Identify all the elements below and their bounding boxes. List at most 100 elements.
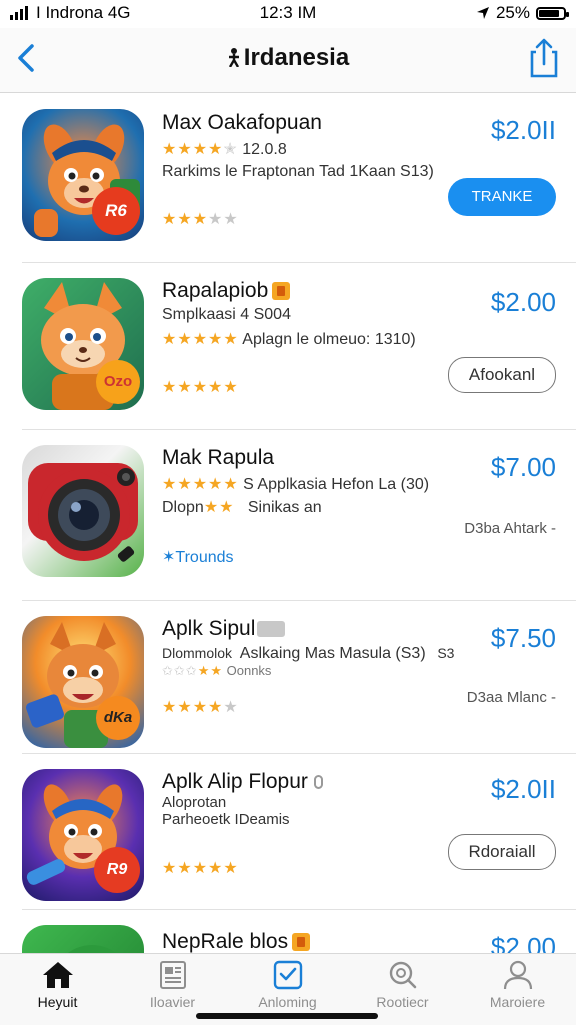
app-rating-stars: ★★★★★ xyxy=(162,858,239,878)
subtitle-part: Sinikas an xyxy=(247,499,322,516)
app-name[interactable]: Rapalapiob xyxy=(162,279,291,303)
app-name[interactable]: Max Oakafopuan xyxy=(162,111,322,135)
app-icon-badge: R9 xyxy=(94,847,140,893)
app-name-text: Aplk Alip Flopur xyxy=(162,770,308,793)
app-icon[interactable]: Ozo xyxy=(22,278,144,410)
tab-label: Maroiere xyxy=(489,994,546,1010)
share-icon xyxy=(530,38,558,78)
location-icon xyxy=(476,7,489,19)
app-rating: ★★★★★ Aplagn le olmeuo: 1310) xyxy=(162,329,416,349)
editor-badge-icon xyxy=(292,933,311,952)
app-subtitle: Aloprotan xyxy=(162,794,227,811)
star-rating-icon: ★★★★★ xyxy=(162,699,239,716)
app-price[interactable]: $7.50 xyxy=(491,623,556,654)
tab-news[interactable]: Iloavier xyxy=(115,958,230,1018)
home-indicator[interactable] xyxy=(196,1013,378,1019)
app-rating-secondary: ★★★★★ xyxy=(162,209,239,229)
rating-text: Aplagn le olmeuo: 1310) xyxy=(242,331,416,348)
app-icon-badge: Ozo xyxy=(96,360,140,404)
more-link[interactable]: D3ba Ahtark - xyxy=(464,520,556,537)
list-item: Ozo Rapalapiob Smplkaasi 4 S004 ★★★★★ Ap… xyxy=(0,263,576,430)
star-rating-icon: ★★★★★ xyxy=(162,331,239,348)
subtitle-part: S3 xyxy=(437,645,455,661)
back-button[interactable] xyxy=(8,38,48,78)
editor-badge-icon xyxy=(272,282,291,301)
app-icon[interactable]: dKa xyxy=(22,616,144,748)
app-price[interactable]: $2.0II xyxy=(491,115,556,146)
app-icon[interactable] xyxy=(22,925,144,953)
more-link[interactable]: D3aa Mlanc - xyxy=(467,689,556,706)
app-name[interactable]: Aplk Alip Flopur xyxy=(162,770,323,794)
app-rating: ★★★★✭ 12.0.8 xyxy=(162,139,287,159)
app-rating-secondary: ★★★★★ xyxy=(162,377,239,397)
get-button[interactable]: TRANKE xyxy=(448,178,556,216)
app-name-text: NepRale blos xyxy=(162,930,289,953)
list-item: NepRale blos $2.00 xyxy=(0,910,576,953)
chevron-left-icon xyxy=(18,44,34,72)
app-price[interactable]: $2.00 xyxy=(491,287,556,318)
app-name-text: Rapalapiob xyxy=(162,279,269,302)
app-subtitle: Dlopn★★ Sinikas an xyxy=(162,497,322,517)
app-price[interactable]: $2.00 xyxy=(491,932,556,953)
app-price[interactable]: $2.0II xyxy=(491,774,556,805)
navigation-bar: Irdanesia xyxy=(0,28,576,93)
status-bar: I Indrona 4G 12:3 IM 25% xyxy=(0,0,576,28)
star-rating-icon: ✩✩✩★★ xyxy=(162,663,223,678)
app-sub-link[interactable]: ✶Trounds xyxy=(162,547,234,567)
app-name[interactable]: NepRale blos xyxy=(162,930,311,953)
sub-link-text: Trounds xyxy=(175,549,234,566)
tab-search[interactable]: Rootiecr xyxy=(345,958,460,1018)
app-list[interactable]: R6 Max Oakafopuan ★★★★✭ 12.0.8 Rarkims l… xyxy=(0,93,576,953)
home-icon xyxy=(42,962,73,988)
news-icon xyxy=(159,961,186,989)
star-icon: ✶ xyxy=(162,549,176,566)
star-rating-icon: ★★★★✭ xyxy=(162,141,238,158)
rating-text: Oonnks xyxy=(226,663,272,678)
app-name[interactable]: Aplk Sipul xyxy=(162,617,286,641)
app-icon-badge: R6 xyxy=(92,187,140,235)
list-item: Mak Rapula ★★★★★ S Applkasia Hefon La (3… xyxy=(0,430,576,601)
subtitle-part: Dlopn xyxy=(162,499,204,516)
app-icon-badge: dKa xyxy=(96,696,140,740)
battery-percent: 25% xyxy=(495,3,530,22)
star-rating-icon: ★★★★★ xyxy=(162,860,239,877)
subtitle-part: Dlommolok xyxy=(162,645,233,661)
tab-profile[interactable]: Maroiere xyxy=(460,958,575,1018)
tab-label: Heyuit xyxy=(37,994,78,1010)
star-rating-icon: ★★ xyxy=(203,499,235,516)
camera-lens-icon xyxy=(28,463,138,562)
battery-icon xyxy=(536,6,569,20)
tab-apps[interactable]: Anloming xyxy=(230,958,345,1018)
get-button[interactable]: Rdoraiall xyxy=(448,834,556,870)
list-item: R9 Aplk Alip Flopur Aloprotan Parheoetk … xyxy=(0,754,576,910)
share-button[interactable] xyxy=(522,36,562,80)
app-rating: ✩✩✩★★ Oonnks xyxy=(162,663,271,679)
tab-label: Iloavier xyxy=(149,994,196,1010)
app-subtitle-secondary: Parheoetk IDeamis xyxy=(162,811,290,828)
list-item: R6 Max Oakafopuan ★★★★✭ 12.0.8 Rarkims l… xyxy=(0,93,576,263)
tab-label: Rootiecr xyxy=(376,994,429,1010)
subtitle-part: Aslkaing Mas Masula (S3) xyxy=(239,645,426,662)
get-button[interactable]: Afookanl xyxy=(448,357,556,393)
list-item: dKa Aplk Sipul Dlommolok Aslkaing Mas Ma… xyxy=(0,601,576,754)
app-name[interactable]: Mak Rapula xyxy=(162,446,274,470)
app-rating: ★★★★★ S Applkasia Hefon La (30) xyxy=(162,474,429,494)
gray-badge-icon xyxy=(257,621,286,638)
star-rating-icon: ★★★★★ xyxy=(162,379,239,396)
app-subtitle: Rarkims le Fraptonan Tad 1Kaan S13) xyxy=(162,163,434,180)
tab-home[interactable]: Heyuit xyxy=(0,958,115,1018)
search-icon xyxy=(389,961,416,989)
app-icon[interactable]: R9 xyxy=(22,769,144,901)
page-title: Irdanesia xyxy=(0,44,576,72)
app-subtitle: Dlommolok Aslkaing Mas Masula (S3) S3 xyxy=(162,645,454,663)
star-rating-icon: ★★★★★ xyxy=(162,211,239,228)
app-icon[interactable]: R6 xyxy=(22,109,144,241)
app-icon[interactable] xyxy=(22,445,144,577)
app-rating-secondary: ★★★★★ xyxy=(162,697,239,717)
tab-label: Anloming xyxy=(258,994,317,1010)
apps-icon xyxy=(273,960,302,990)
person-icon xyxy=(503,960,532,990)
app-price[interactable]: $7.00 xyxy=(491,452,556,483)
status-right: 25% xyxy=(476,3,569,23)
app-icon-art xyxy=(68,945,116,953)
